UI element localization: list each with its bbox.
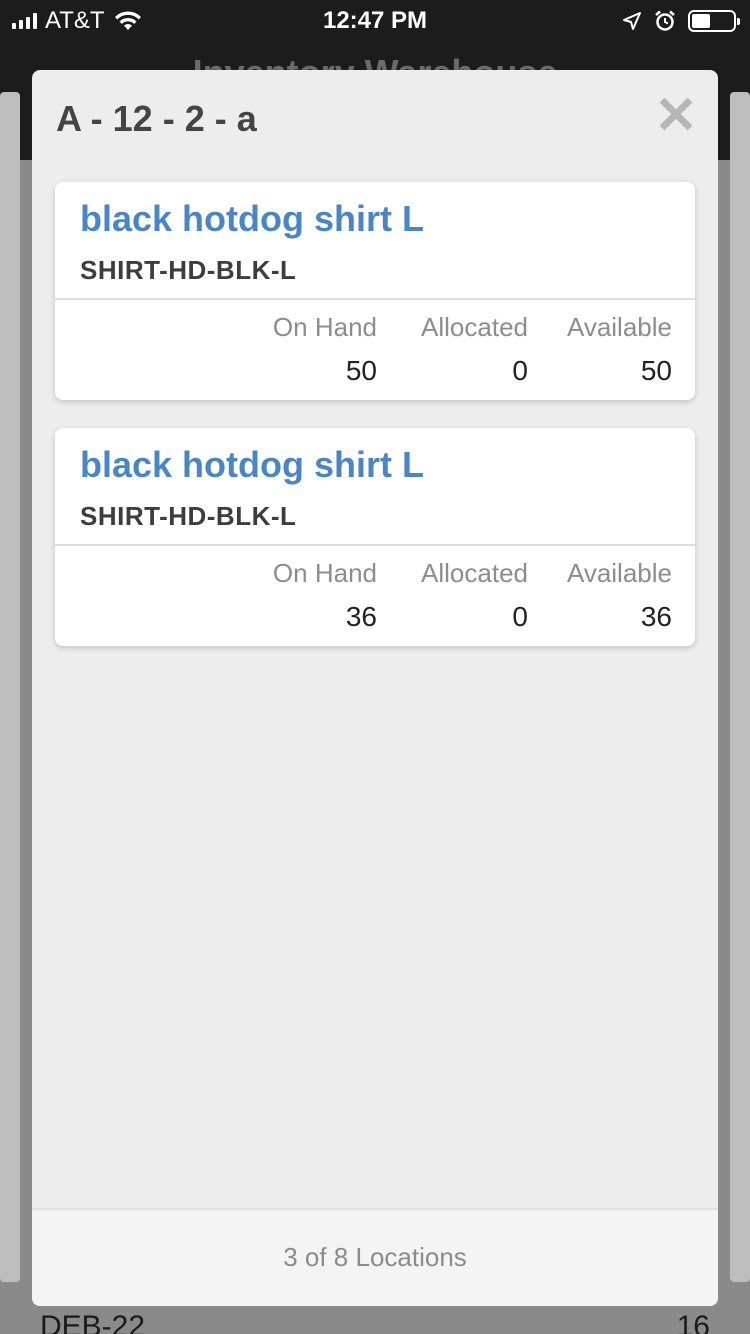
battery-icon [688,10,740,32]
background-row-label: DEB-22 [40,1310,146,1334]
background-panel-left [0,92,20,1282]
on-hand-column: On Hand 36 [273,558,377,633]
card-divider [55,544,695,546]
background-row-value: 16 [676,1310,710,1334]
allocated-value: 0 [512,601,528,632]
inventory-card[interactable]: black hotdog shirt L SHIRT-HD-BLK-L On H… [55,182,695,400]
location-modal: A - 12 - 2 - a ✕ black hotdog shirt L SH… [32,70,718,1306]
allocated-column: Allocated 0 [421,312,528,387]
on-hand-column: On Hand 50 [273,312,377,387]
available-column: Available 36 [567,558,672,633]
card-divider [55,298,695,300]
location-pager: 3 of 8 Locations [283,1242,467,1272]
allocated-label: Allocated [421,312,528,342]
available-value: 50 [640,355,672,386]
background-panel-right [730,92,750,1282]
on-hand-label: On Hand [272,558,377,588]
allocated-column: Allocated 0 [421,558,528,633]
modal-title: A - 12 - 2 - a [56,98,257,139]
inventory-card[interactable]: black hotdog shirt L SHIRT-HD-BLK-L On H… [55,428,695,646]
alarm-icon [655,10,675,31]
available-label: Available [566,558,672,588]
modal-footer: 3 of 8 Locations [32,1208,718,1306]
on-hand-value: 36 [345,601,377,632]
on-hand-value: 50 [345,355,377,386]
available-value: 36 [640,601,672,632]
on-hand-label: On Hand [272,312,377,342]
allocated-value: 0 [512,355,528,386]
location-arrow-icon [623,12,641,30]
available-label: Available [566,312,672,342]
close-icon[interactable]: ✕ [654,90,698,142]
product-sku: SHIRT-HD-BLK-L [80,501,297,531]
available-column: Available 50 [567,312,672,387]
product-name: black hotdog shirt L [80,444,425,485]
status-right [622,7,740,35]
status-bar: AT&T 12:47 PM [0,0,750,40]
product-sku: SHIRT-HD-BLK-L [80,255,297,285]
product-name: black hotdog shirt L [80,198,425,239]
allocated-label: Allocated [421,558,528,588]
